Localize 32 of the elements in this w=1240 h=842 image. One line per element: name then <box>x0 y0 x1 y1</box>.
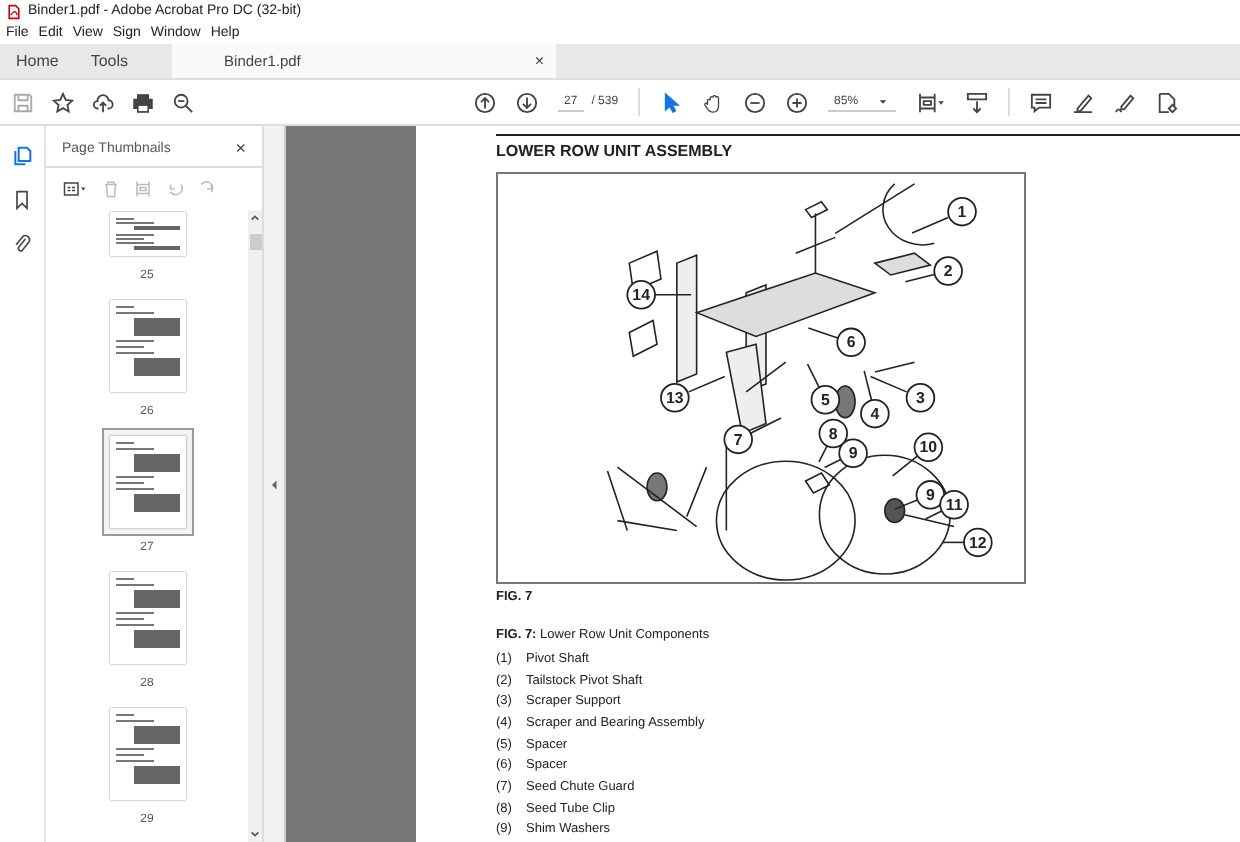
comment-icon[interactable] <box>1030 91 1053 113</box>
close-tab-button[interactable]: × <box>534 52 545 70</box>
previous-page-icon[interactable] <box>474 91 496 113</box>
signature-pen-icon[interactable] <box>1114 91 1137 113</box>
document-tag-icon[interactable] <box>1156 91 1179 113</box>
star-icon[interactable] <box>52 91 74 113</box>
page-fit-icon[interactable] <box>916 91 947 113</box>
pages-icon[interactable] <box>12 146 32 166</box>
section-heading: LOWER ROW UNIT ASSEMBLY <box>496 142 735 160</box>
scrollbar[interactable] <box>248 210 262 842</box>
caret-icon[interactable] <box>878 97 889 105</box>
hand-icon[interactable] <box>702 91 725 113</box>
scroll-up-icon[interactable] <box>250 214 260 222</box>
thumbnail-options-icon[interactable] <box>62 180 88 198</box>
page-thumbnail[interactable] <box>101 428 193 536</box>
next-page-icon[interactable] <box>516 91 538 113</box>
search-icon[interactable] <box>172 91 194 113</box>
pen-icon[interactable] <box>1072 91 1095 113</box>
paperclip-icon[interactable] <box>12 234 32 254</box>
cloud-upload-icon[interactable] <box>92 91 114 113</box>
arrow-pointer-icon[interactable] <box>660 91 683 113</box>
collapse-arrow-icon[interactable] <box>271 479 277 489</box>
nav-tab[interactable]: Tools <box>74 44 145 78</box>
nav-tab[interactable]: Home <box>0 44 75 78</box>
scrollbar-thumb[interactable] <box>249 234 261 250</box>
print-icon[interactable] <box>132 91 154 113</box>
scroll-mode-icon[interactable] <box>966 91 989 113</box>
bookmark-icon[interactable] <box>12 190 32 210</box>
zoom-out-icon[interactable] <box>744 91 767 113</box>
close-panel-button[interactable]: × <box>235 138 246 158</box>
scroll-down-icon[interactable] <box>250 830 260 838</box>
zoom-in-icon[interactable] <box>786 91 809 113</box>
